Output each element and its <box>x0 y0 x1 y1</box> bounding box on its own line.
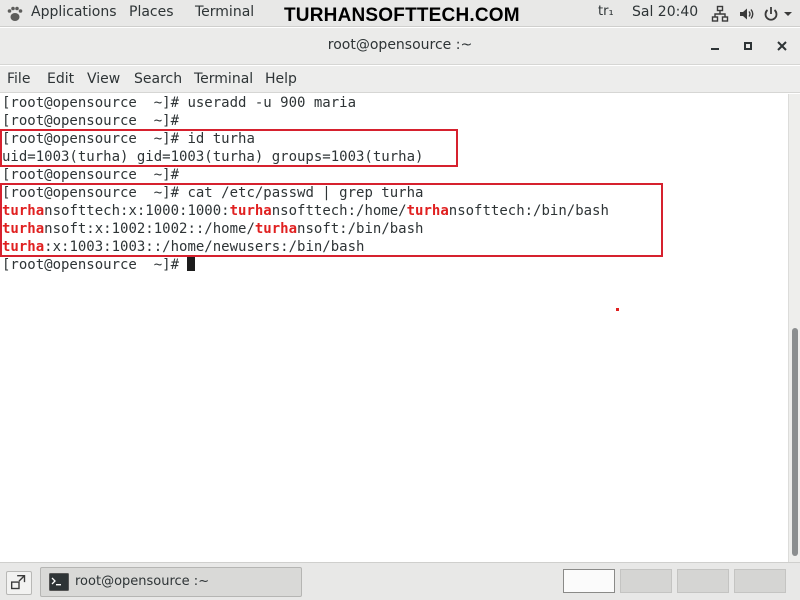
shell-prompt: [root@opensource ~]# <box>2 167 188 183</box>
dropdown-arrow-icon[interactable] <box>782 5 794 23</box>
annotation-box-grep <box>0 183 663 257</box>
menu-terminal[interactable]: Terminal <box>194 71 253 87</box>
scrollbar-thumb[interactable] <box>792 328 798 556</box>
terminal-line: [root@opensource ~]# <box>2 256 196 274</box>
places-menu[interactable]: Places <box>129 4 174 20</box>
menu-edit[interactable]: Edit <box>47 71 74 87</box>
gnome-foot-icon <box>7 6 23 21</box>
annotation-box-id <box>0 129 458 167</box>
window-title: root@opensource :~ <box>327 37 473 53</box>
show-desktop-button[interactable] <box>6 571 32 595</box>
minimize-icon[interactable] <box>705 36 725 56</box>
network-icon[interactable] <box>711 5 729 23</box>
close-icon[interactable] <box>772 36 792 56</box>
terminal-line: [root@opensource ~]# <box>2 112 187 130</box>
applications-menu[interactable]: Applications <box>31 4 117 20</box>
command-text: useradd -u 900 maria <box>187 95 357 111</box>
menu-help[interactable]: Help <box>265 71 297 87</box>
terminal-line: [root@opensource ~]# useradd -u 900 mari… <box>2 94 356 112</box>
menu-view[interactable]: View <box>87 71 120 87</box>
terminal-app-menu[interactable]: Terminal <box>195 4 254 20</box>
taskbar-window-button[interactable]: root@opensource :~ <box>40 567 302 597</box>
terminal-output[interactable]: [root@opensource ~]# useradd -u 900 mari… <box>0 94 788 562</box>
watermark-text: TURHANSOFTTECH.COM <box>284 5 520 26</box>
terminal-line: [root@opensource ~]# <box>2 166 187 184</box>
shell-prompt: [root@opensource ~]# <box>2 257 188 273</box>
shell-prompt: [root@opensource ~]# <box>2 95 188 111</box>
show-desktop-icon <box>10 574 26 590</box>
top-panel: Applications Places Terminal TURHANSOFTT… <box>0 0 800 27</box>
terminal-icon <box>49 573 69 591</box>
menu-file[interactable]: File <box>7 71 30 87</box>
clock[interactable]: Sal 20:40 <box>632 4 698 20</box>
shell-prompt: [root@opensource ~]# <box>2 113 188 129</box>
bottom-taskbar: root@opensource :~ <box>0 562 800 600</box>
taskbar-window-label: root@opensource :~ <box>75 574 210 589</box>
workspace-4[interactable] <box>734 569 786 593</box>
keyboard-layout-indicator[interactable]: tr₁ <box>598 4 614 19</box>
terminal-scrollbar[interactable] <box>788 94 800 562</box>
maximize-icon[interactable] <box>738 36 758 56</box>
workspace-2[interactable] <box>620 569 672 593</box>
text-cursor <box>187 256 196 271</box>
power-icon[interactable] <box>762 5 780 23</box>
window-titlebar[interactable]: root@opensource :~ <box>0 28 800 65</box>
menu-search[interactable]: Search <box>134 71 182 87</box>
workspace-3[interactable] <box>677 569 729 593</box>
volume-icon[interactable] <box>738 5 756 23</box>
red-dot-marker <box>616 308 619 311</box>
workspace-1[interactable] <box>563 569 615 593</box>
menubar: File Edit View Search Terminal Help <box>0 66 800 93</box>
